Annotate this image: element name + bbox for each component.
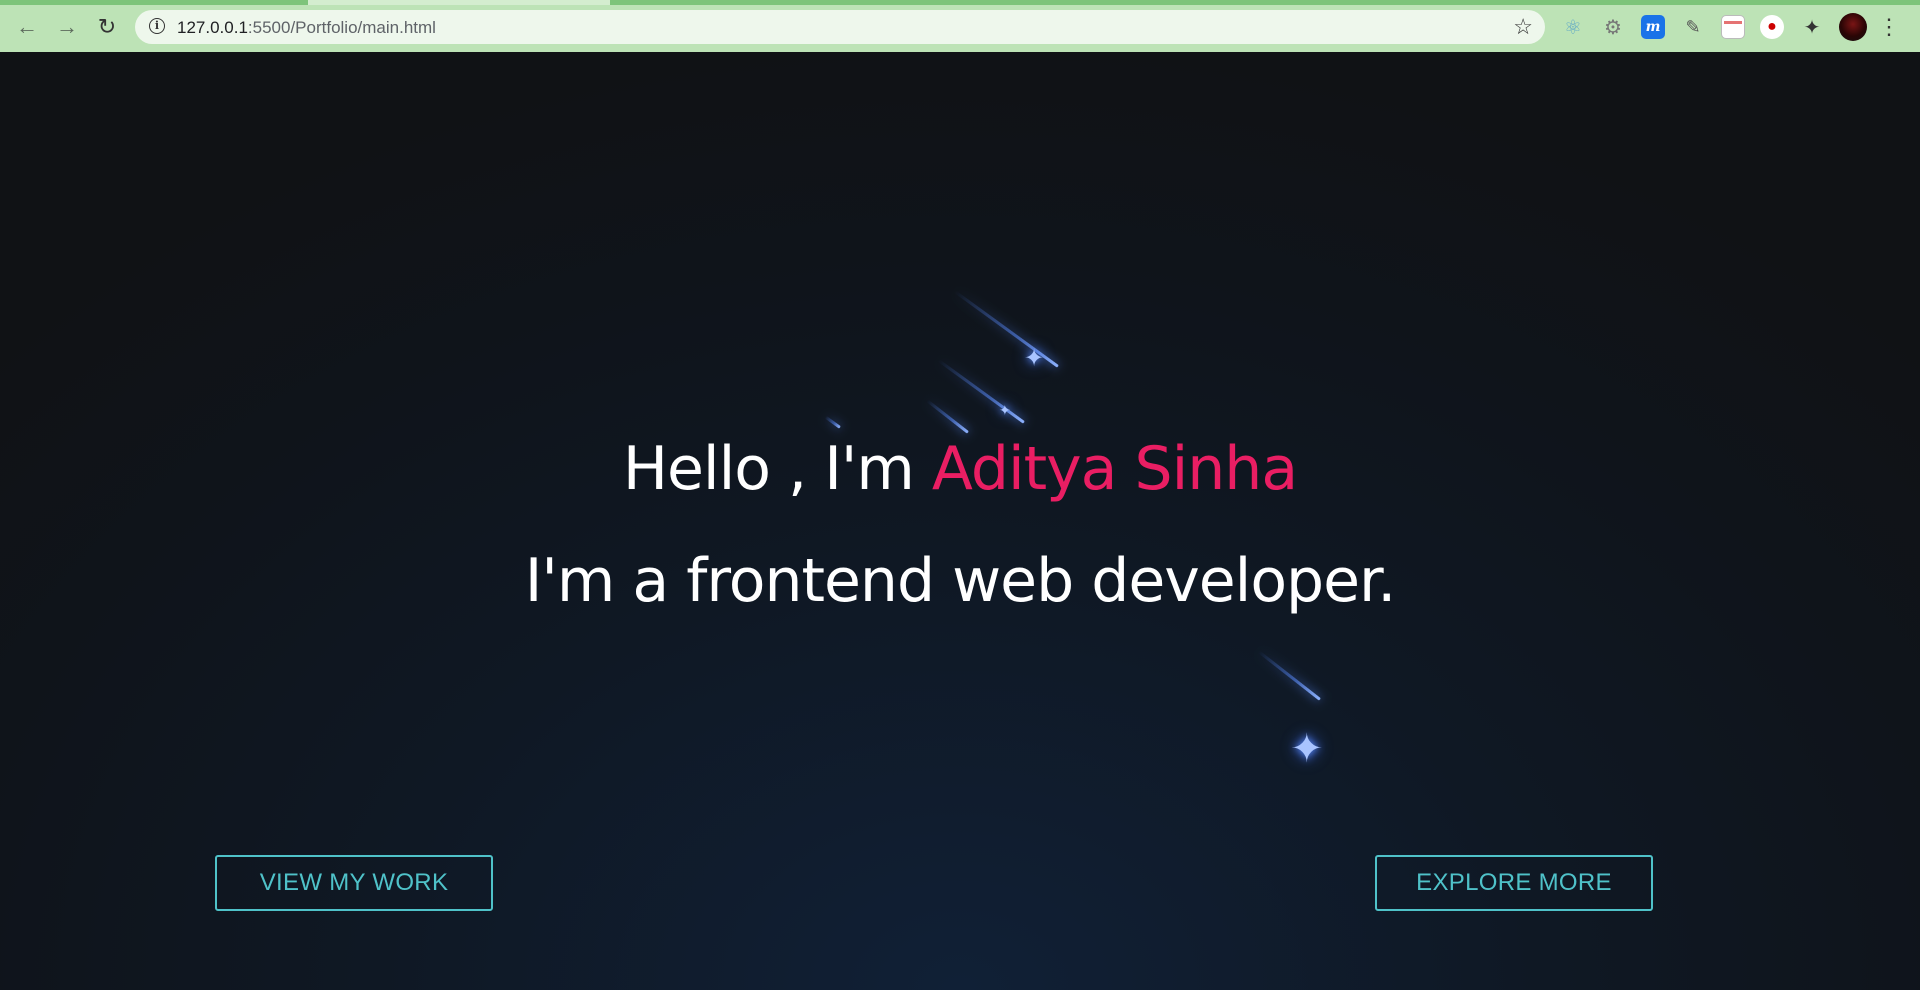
star-sparkle-icon: ✦: [1290, 726, 1324, 772]
m-extension-icon[interactable]: m: [1641, 15, 1665, 39]
url-path: :5500/Portfolio/main.html: [247, 18, 436, 37]
tab-indicator: [610, 0, 1920, 5]
calendar-extension-icon[interactable]: [1721, 15, 1745, 39]
hero-tagline: I'm a frontend web developer.: [524, 546, 1397, 616]
view-my-work-button[interactable]: VIEW MY WORK: [215, 855, 493, 911]
shooting-star-trail: [937, 358, 1025, 424]
kebab-menu-icon[interactable]: ⋮: [1878, 14, 1900, 39]
star-sparkle-icon: ✦: [1024, 344, 1045, 372]
hero-section: ✦ ✦ ✦ Hello , I'm Aditya Sinha I'm a fro…: [0, 52, 1920, 990]
tab-active-indicator: [0, 0, 308, 5]
forward-icon[interactable]: →: [52, 12, 82, 42]
hero-name: Aditya Sinha: [931, 434, 1298, 504]
browser-toolbar: ← → ↻ i 127.0.0.1:5500/Portfolio/main.ht…: [0, 0, 1920, 52]
shooting-star-trail: [824, 415, 841, 429]
gear-extension-icon[interactable]: ⚙: [1601, 15, 1625, 39]
hero-heading: Hello , I'm Aditya Sinha: [0, 434, 1920, 504]
url-text[interactable]: 127.0.0.1:5500/Portfolio/main.html: [177, 18, 436, 38]
shooting-star-trail: [1257, 650, 1321, 701]
color-picker-icon[interactable]: ✎: [1681, 15, 1705, 39]
site-info-icon[interactable]: i: [149, 18, 165, 34]
url-host: 127.0.0.1: [177, 18, 248, 37]
reload-icon[interactable]: ↻: [92, 12, 122, 42]
greeting-text: Hello , I'm: [622, 434, 932, 504]
profile-avatar[interactable]: [1839, 13, 1867, 41]
bookmark-star-icon[interactable]: ☆: [1513, 14, 1533, 40]
shooting-star-trail: [926, 399, 969, 434]
address-bar[interactable]: i 127.0.0.1:5500/Portfolio/main.html ☆: [135, 10, 1545, 44]
puzzle-extensions-icon[interactable]: ✦: [1800, 15, 1824, 39]
explore-more-button[interactable]: EXPLORE MORE: [1375, 855, 1653, 911]
star-sparkle-icon: ✦: [999, 403, 1011, 419]
lens-extension-icon[interactable]: ●: [1760, 15, 1784, 39]
back-icon[interactable]: ←: [12, 12, 42, 42]
tab-strip: [0, 0, 1920, 5]
react-devtools-icon[interactable]: ⚛: [1561, 15, 1585, 39]
